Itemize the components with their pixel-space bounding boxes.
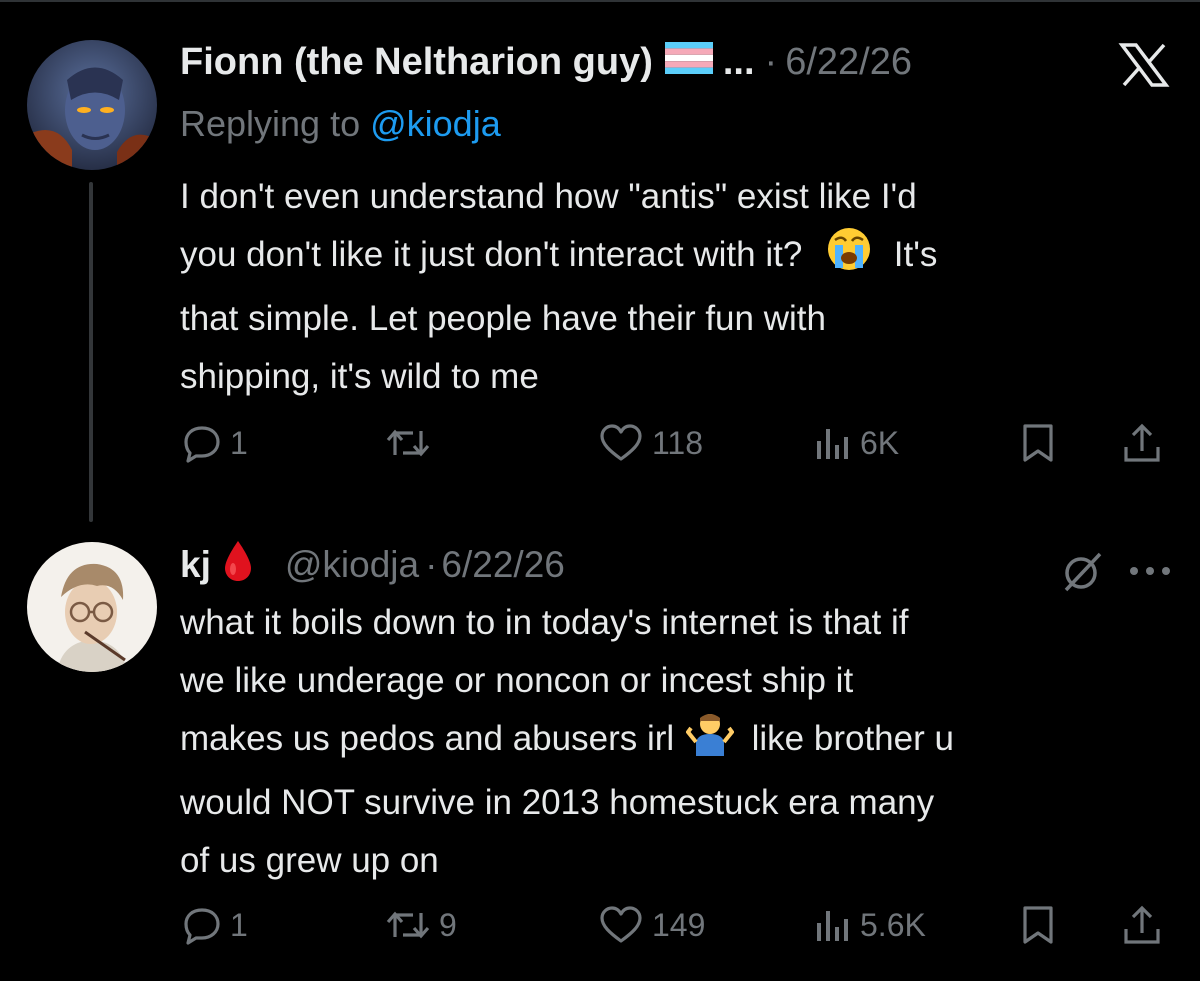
x-logo-icon[interactable] [1118, 42, 1170, 93]
tweet-text: what it boils down to in today's interne… [180, 594, 1170, 890]
heart-icon [600, 906, 642, 943]
tweet-date[interactable]: 6/22/26 [785, 41, 912, 84]
tweet-text-segment: It's [893, 235, 938, 274]
tweet2-action-bar: 1 9 149 5.6K [0, 900, 1200, 950]
tweet-text-segment: like brother u [751, 719, 954, 758]
views-icon [817, 911, 848, 941]
avatar-image [27, 542, 157, 672]
retweet-button[interactable] [385, 423, 439, 463]
reply-icon [184, 908, 220, 945]
loudly-crying-face-emoji [826, 226, 872, 290]
replying-to-handle-link[interactable]: @kiodja [370, 103, 501, 145]
retweet-count: 9 [439, 906, 457, 943]
author-display-name[interactable]: Fionn (the Neltharion guy) [180, 41, 653, 84]
tweet2-header: kj @kiodja · 6/22/26 [180, 540, 565, 590]
tweet-fionn[interactable]: Fionn (the Neltharion guy) ... · 6/22/26… [0, 0, 1200, 520]
retweet-icon [386, 911, 430, 939]
views-button[interactable]: 5.6K [812, 905, 926, 945]
views-button[interactable]: 6K [812, 423, 899, 463]
reply-button[interactable]: 1 [182, 423, 248, 463]
share-icon [1124, 905, 1160, 944]
date-separator: · [425, 544, 438, 585]
replying-to-line: Replying to @kiodja [180, 98, 501, 150]
like-count: 118 [652, 424, 704, 461]
tweet-text-line: that simple. Let people have their fun w… [180, 299, 826, 338]
name-truncation: ... [722, 40, 755, 83]
man-shrugging-emoji [685, 710, 735, 774]
tweet-text-line: makes us pedos and abusers irl like brot… [180, 710, 1170, 774]
bookmark-button[interactable] [1020, 423, 1056, 463]
share-icon [1124, 423, 1160, 462]
tweet-text-segment: makes us pedos and abusers irl [180, 719, 675, 758]
tweet-text-line: shipping, it's wild to me [180, 357, 539, 396]
retweet-icon [386, 429, 430, 457]
grok-icon[interactable] [1060, 550, 1104, 599]
views-count: 5.6K [860, 906, 926, 943]
heart-icon [600, 424, 642, 461]
author-handle[interactable]: @kiodja [285, 544, 419, 586]
share-button[interactable] [1120, 421, 1164, 465]
like-button[interactable]: 149 [598, 905, 705, 945]
reply-icon [184, 426, 220, 463]
reply-count: 1 [230, 906, 248, 943]
tweet-text-line: I don't even understand how "antis" exis… [180, 177, 917, 216]
views-count: 6K [860, 424, 900, 461]
more-options-icon[interactable] [1128, 564, 1172, 583]
retweet-button[interactable]: 9 [385, 905, 457, 945]
bookmark-icon [1023, 424, 1053, 462]
bookmark-button[interactable] [1020, 905, 1056, 945]
avatar-image [27, 40, 157, 170]
tweet-text-line: what it boils down to in today's interne… [180, 603, 909, 642]
transgender-flag-icon [664, 41, 713, 84]
replying-to-label: Replying to [180, 103, 361, 144]
like-count: 149 [652, 906, 706, 943]
reply-button[interactable]: 1 [182, 905, 248, 945]
bookmark-icon [1023, 906, 1053, 944]
blood-drop-emoji [221, 539, 255, 592]
tweet-text-segment: you don't like it just don't interact wi… [180, 235, 803, 274]
date-separator: · [764, 40, 778, 83]
reply-count: 1 [230, 424, 248, 461]
like-button[interactable]: 118 [598, 423, 703, 463]
views-icon [817, 429, 848, 459]
author-display-name[interactable]: kj [180, 544, 211, 586]
tweet1-header: Fionn (the Neltharion guy) ... · 6/22/26 [180, 38, 912, 86]
share-button[interactable] [1120, 903, 1164, 947]
avatar-kj[interactable] [27, 542, 157, 672]
tweet-text-line: you don't like it just don't interact wi… [180, 226, 1170, 290]
tweet-text-line: we like underage or noncon or incest shi… [180, 661, 854, 700]
tweet-kj[interactable]: kj @kiodja · 6/22/26 what it boils down … [0, 520, 1200, 981]
tweet-text-line: of us grew up on [180, 841, 439, 880]
tweet1-action-bar: 1 118 6K [0, 418, 1200, 468]
tweet-text: I don't even understand how "antis" exis… [180, 168, 1170, 406]
avatar-fionn[interactable] [27, 40, 157, 170]
tweet-date[interactable]: 6/22/26 [441, 544, 564, 586]
tweet-text-line: would NOT survive in 2013 homestuck era … [180, 783, 935, 822]
